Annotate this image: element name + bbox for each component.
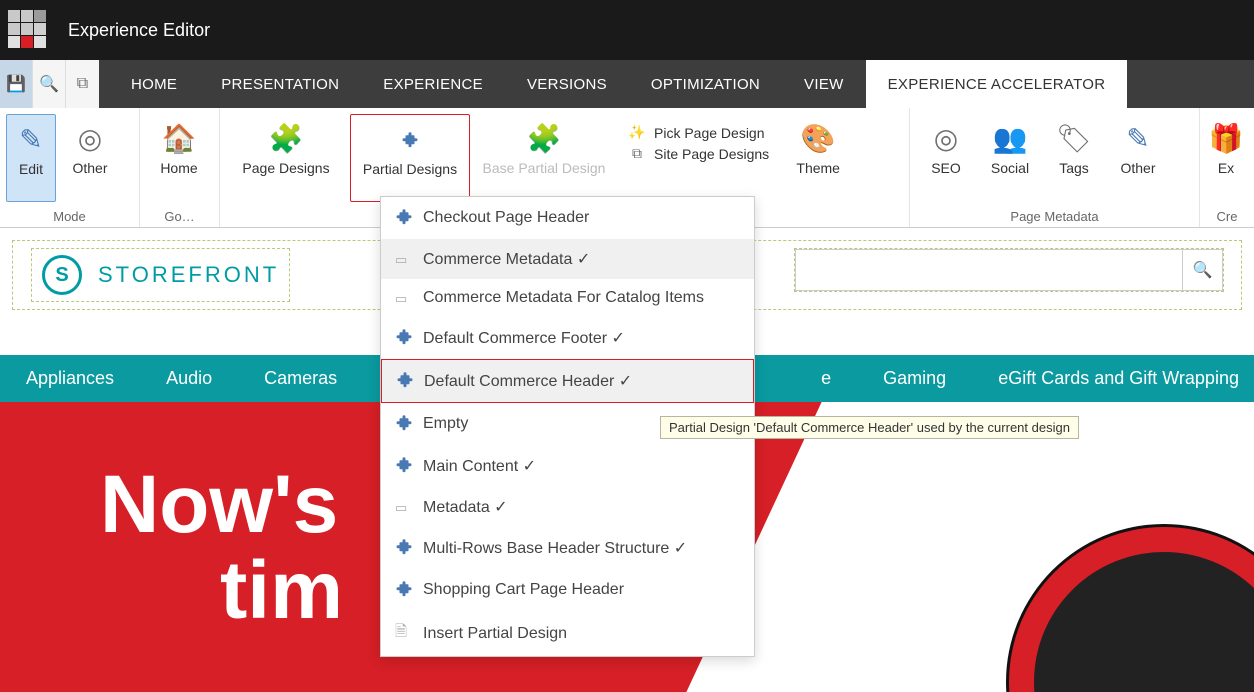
tab-optimization[interactable]: OPTIMIZATION (629, 60, 782, 108)
social-button[interactable]: 👥 Social (980, 114, 1040, 202)
group-label-metadata: Page Metadata (910, 209, 1199, 224)
dropdown-item-label: Shopping Cart Page Header (423, 581, 624, 599)
palette-icon: 🎨 (783, 120, 853, 156)
home-button[interactable]: 🏠 Home (146, 114, 212, 202)
preview-icon: ◎ (60, 120, 120, 156)
nav-item[interactable]: Gaming (857, 368, 972, 389)
puzzle-icon (351, 121, 469, 157)
puzzle-icon (395, 413, 413, 435)
workflow-button[interactable]: ⧉ (66, 60, 99, 108)
save-button[interactable]: 💾 (0, 60, 33, 108)
dropdown-item-label: Default Commerce Header ✓ (424, 371, 632, 391)
dropdown-item[interactable]: Shopping Cart Page Header (381, 569, 754, 611)
dropdown-item-label: Commerce Metadata ✓ (423, 249, 590, 269)
puzzle-icon (395, 207, 413, 229)
tab-experience-accelerator[interactable]: EXPERIENCE ACCELERATOR (866, 60, 1128, 108)
creative-exchange-button[interactable]: 🎁 Ex (1206, 114, 1246, 202)
dropdown-item[interactable]: Default Commerce Footer ✓ (381, 317, 754, 359)
puzzle-icon (396, 370, 414, 392)
meta-icon: ▭ (395, 499, 413, 516)
dropdown-item-label: Multi-Rows Base Header Structure ✓ (423, 538, 687, 558)
export-icon: 🎁 (1206, 120, 1246, 156)
tab-experience[interactable]: EXPERIENCE (361, 60, 505, 108)
puzzle-icon (395, 537, 413, 559)
meta-icon: ▭ (395, 290, 413, 307)
search-button[interactable]: 🔍 (1183, 249, 1223, 291)
puzzle-gray-icon: 🧩 (474, 120, 614, 156)
nav-item[interactable]: eGift Cards and Gift Wrapping (972, 368, 1254, 389)
nav-item[interactable]: Appliances (0, 368, 140, 389)
storefront-glyph: S (42, 255, 82, 295)
theme-button[interactable]: 🎨 Theme (783, 114, 853, 202)
dropdown-item[interactable]: Checkout Page Header (381, 197, 754, 239)
dropdown-item[interactable]: Main Content ✓ (381, 445, 754, 487)
puzzle-multi-icon: 🧩 (226, 120, 346, 156)
puzzle-icon (395, 455, 413, 477)
search-icon: 🔍 (1193, 260, 1213, 280)
group-label-mode: Mode (0, 209, 139, 224)
puzzle-icon (395, 579, 413, 601)
storefront-name: STOREFRONT (98, 262, 279, 288)
quick-access: 💾 🔍 ⧉ (0, 60, 99, 108)
page-designs-button[interactable]: 🧩 Page Designs (226, 114, 346, 202)
wand-icon: ✨ (628, 124, 646, 141)
dropdown-item-label: Default Commerce Footer ✓ (423, 328, 625, 348)
tag-icon: 🏷 (1044, 120, 1104, 156)
tab-home[interactable]: HOME (109, 60, 199, 108)
target-icon: ◎ (916, 120, 976, 156)
nav-item[interactable]: e (795, 368, 857, 389)
pencil-icon: ✎ (1108, 120, 1168, 156)
sitemap-icon: ⧉ (628, 145, 646, 162)
nav-item[interactable]: Cameras (238, 368, 363, 389)
dropdown-item-label: Metadata ✓ (423, 497, 508, 517)
dropdown-item[interactable]: Multi-Rows Base Header Structure ✓ (381, 527, 754, 569)
tooltip: Partial Design 'Default Commerce Header'… (660, 416, 1079, 439)
partial-designs-button[interactable]: Partial Designs (350, 114, 470, 202)
tab-view[interactable]: VIEW (782, 60, 866, 108)
people-icon: 👥 (980, 120, 1040, 156)
dropdown-item-label: Main Content ✓ (423, 456, 536, 476)
site-page-designs-button[interactable]: ⧉ Site Page Designs (628, 145, 769, 162)
tab-bar: 💾 🔍 ⧉ HOMEPRESENTATIONEXPERIENCEVERSIONS… (0, 60, 1254, 108)
dropdown-item-label: Checkout Page Header (423, 209, 589, 227)
quick-search-button[interactable]: 🔍 (33, 60, 66, 108)
hero-text: Now'stim (100, 462, 343, 634)
tab-presentation[interactable]: PRESENTATION (199, 60, 361, 108)
doc-icon: 🗎 (395, 621, 413, 646)
puzzle-icon (395, 327, 413, 349)
edit-mode-button[interactable]: ✎ Edit (6, 114, 56, 202)
dropdown-item[interactable]: 🗎 Insert Partial Design (381, 611, 754, 656)
other-mode-button[interactable]: ◎ Other (60, 114, 120, 202)
dropdown-item-label: Commerce Metadata For Catalog Items (423, 289, 704, 307)
app-title: Experience Editor (68, 20, 210, 41)
tab-versions[interactable]: VERSIONS (505, 60, 629, 108)
group-label-creative: Cre (1200, 209, 1254, 224)
search-box[interactable]: 🔍 (794, 248, 1224, 292)
dropdown-item[interactable]: Default Commerce Header ✓ (381, 359, 754, 403)
search-input[interactable] (795, 249, 1183, 291)
dropdown-item-label: Empty (423, 415, 468, 433)
pick-page-design-button[interactable]: ✨ Pick Page Design (628, 124, 769, 141)
pencil-icon: ✎ (7, 121, 55, 157)
nav-item[interactable]: Audio (140, 368, 238, 389)
group-label-go: Go… (140, 209, 219, 224)
dropdown-item[interactable]: ▭ Commerce Metadata ✓ (381, 239, 754, 279)
dropdown-item-label: Insert Partial Design (423, 625, 567, 643)
dropdown-item[interactable]: ▭ Metadata ✓ (381, 487, 754, 527)
other-metadata-button[interactable]: ✎ Other (1108, 114, 1168, 202)
dropdown-item[interactable]: ▭ Commerce Metadata For Catalog Items (381, 279, 754, 317)
storefront-logo[interactable]: S STOREFRONT (31, 248, 290, 302)
base-partial-design-button[interactable]: 🧩 Base Partial Design (474, 114, 614, 202)
meta-icon: ▭ (395, 251, 413, 268)
seo-button[interactable]: ◎ SEO (916, 114, 976, 202)
home-icon: 🏠 (146, 120, 212, 156)
title-bar: Experience Editor (0, 0, 1254, 60)
app-logo (8, 10, 48, 50)
tags-button[interactable]: 🏷 Tags (1044, 114, 1104, 202)
